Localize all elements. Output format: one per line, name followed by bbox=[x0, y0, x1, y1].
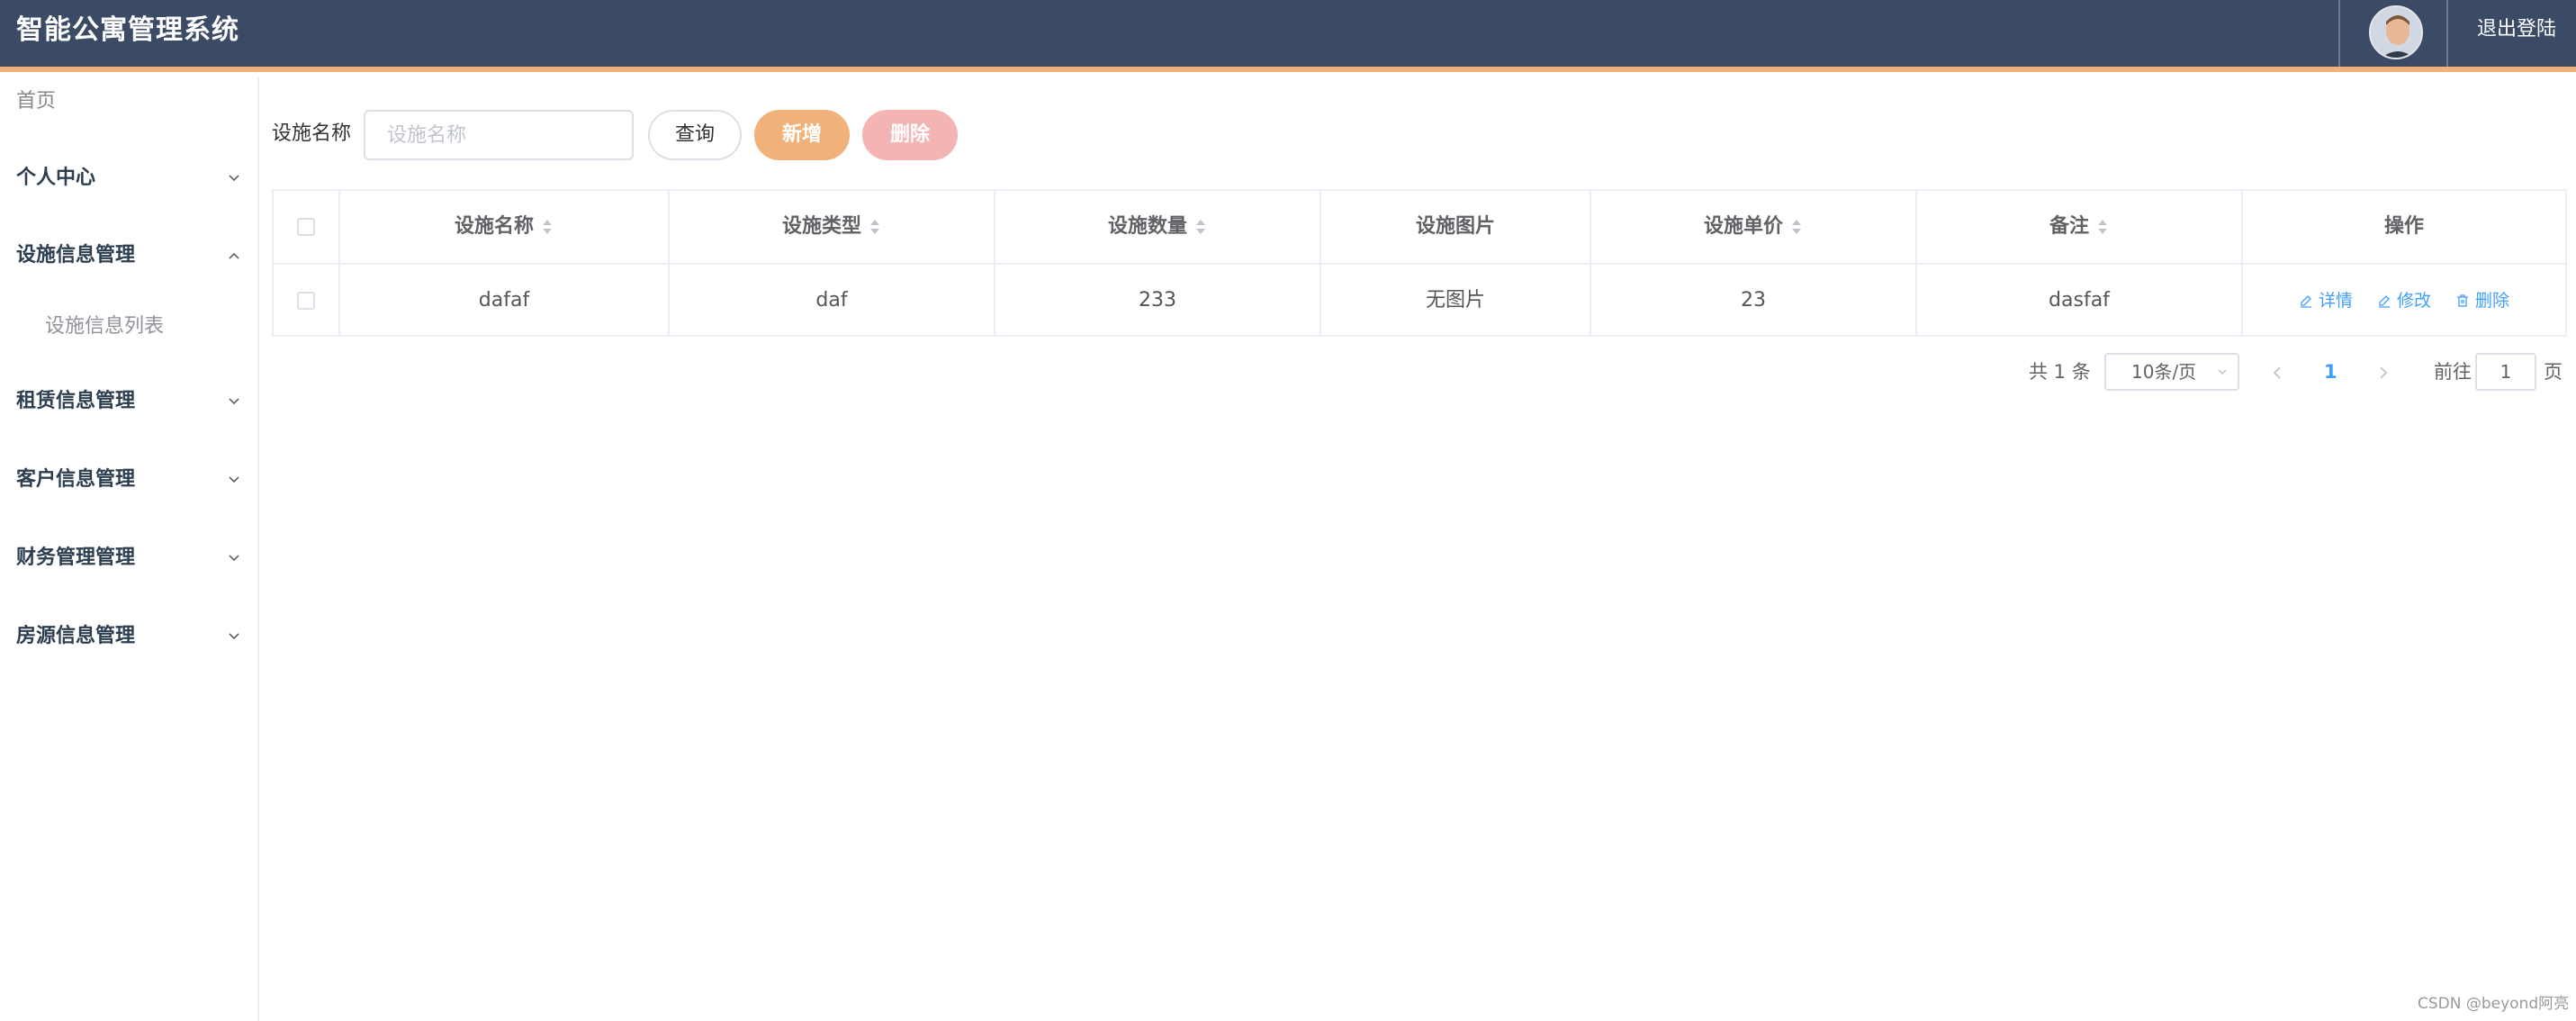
sort-icon[interactable] bbox=[1790, 218, 1803, 236]
column-header[interactable]: 备注 bbox=[1917, 191, 2243, 263]
column-header[interactable]: 设施类型 bbox=[670, 191, 995, 263]
goto-page-input[interactable] bbox=[2475, 353, 2536, 391]
sidebar-group-label: 财务管理管理 bbox=[16, 547, 136, 569]
page-suffix-label: 页 bbox=[2544, 361, 2562, 383]
detail-link[interactable]: 详情 bbox=[2299, 265, 2353, 337]
avatar[interactable] bbox=[2369, 5, 2423, 59]
header-divider bbox=[2446, 0, 2448, 67]
header-select-all[interactable] bbox=[274, 191, 340, 263]
sidebar-group-finance[interactable]: 财务管理管理 bbox=[16, 540, 250, 576]
cell-remark: dasfaf bbox=[1917, 265, 2243, 337]
header-divider bbox=[2338, 0, 2340, 67]
sidebar-group-personal-center[interactable]: 个人中心 bbox=[16, 160, 250, 196]
sidebar-group-label: 客户信息管理 bbox=[16, 468, 136, 491]
delete-link[interactable]: 删除 bbox=[2455, 265, 2509, 337]
search-label: 设施名称 bbox=[272, 122, 352, 145]
column-header: 操作 bbox=[2383, 215, 2424, 238]
sidebar-group-label: 设施信息管理 bbox=[16, 244, 136, 267]
edit-icon bbox=[2378, 295, 2390, 308]
chevron-up-icon bbox=[229, 252, 239, 259]
chevron-down-icon bbox=[229, 476, 239, 483]
sort-icon[interactable] bbox=[541, 218, 554, 236]
sidebar-item-facility-list[interactable]: 设施信息列表 bbox=[45, 313, 164, 340]
cell-name: dafaf bbox=[340, 265, 670, 337]
cell-price: 23 bbox=[1591, 265, 1917, 337]
query-button[interactable]: 查询 bbox=[648, 110, 742, 160]
select-all-checkbox[interactable] bbox=[297, 218, 315, 236]
trash-icon bbox=[2457, 294, 2468, 307]
sidebar: 首页 个人中心 设施信息管理 设施信息列表 租赁信息管理 客户信息管理 财务管理… bbox=[0, 77, 259, 1021]
facility-table: 设施名称 设施类型 设施数量 设施图片 设施单价 备注 操作 dafaf daf… bbox=[272, 189, 2567, 337]
logout-button[interactable]: 退出登陆 bbox=[2477, 16, 2556, 43]
sidebar-group-customer[interactable]: 客户信息管理 bbox=[16, 462, 250, 498]
column-header[interactable]: 设施名称 bbox=[340, 191, 670, 263]
table-row: dafaf daf 233 无图片 23 dasfaf 详情 修改 删除 bbox=[274, 265, 2565, 339]
edit-link[interactable]: 修改 bbox=[2377, 265, 2431, 337]
pagination-total: 共 1 条 bbox=[2029, 361, 2091, 383]
sort-icon[interactable] bbox=[2096, 218, 2109, 236]
cell-type: daf bbox=[670, 265, 995, 337]
sidebar-group-rental[interactable]: 租赁信息管理 bbox=[16, 384, 250, 420]
top-header: 智能公寓管理系统 退出登陆 bbox=[0, 0, 2576, 72]
sort-icon[interactable] bbox=[1194, 218, 1207, 236]
column-header[interactable]: 设施单价 bbox=[1591, 191, 1917, 263]
row-select[interactable] bbox=[274, 265, 340, 337]
sidebar-group-label: 租赁信息管理 bbox=[16, 390, 136, 412]
sidebar-group-label: 房源信息管理 bbox=[16, 625, 136, 647]
cell-image: 无图片 bbox=[1321, 265, 1591, 337]
column-header: 设施图片 bbox=[1321, 191, 1591, 263]
sidebar-group-label: 个人中心 bbox=[16, 167, 96, 189]
batch-delete-button[interactable]: 删除 bbox=[862, 110, 958, 160]
row-checkbox[interactable] bbox=[297, 292, 315, 310]
page-size-select[interactable]: 10条/页 bbox=[2104, 353, 2239, 391]
app-title: 智能公寓管理系统 bbox=[16, 14, 239, 46]
chevron-down-icon bbox=[229, 398, 239, 405]
sidebar-item-home[interactable]: 首页 bbox=[16, 88, 56, 115]
chevron-down-icon bbox=[229, 175, 239, 182]
sidebar-group-facility[interactable]: 设施信息管理 bbox=[16, 238, 250, 274]
sort-icon[interactable] bbox=[869, 218, 881, 236]
search-input[interactable] bbox=[364, 110, 634, 160]
next-page-icon[interactable] bbox=[2374, 362, 2392, 384]
cell-actions: 详情 修改 删除 bbox=[2243, 265, 2565, 337]
watermark: CSDN @beyond阿亮 bbox=[2418, 995, 2570, 1013]
prev-page-icon[interactable] bbox=[2268, 362, 2286, 384]
add-button[interactable]: 新增 bbox=[754, 110, 850, 160]
page-number-current[interactable]: 1 bbox=[2324, 358, 2337, 385]
table-header-row: 设施名称 设施类型 设施数量 设施图片 设施单价 备注 操作 bbox=[274, 191, 2565, 265]
chevron-down-icon bbox=[2218, 369, 2227, 375]
column-header[interactable]: 设施数量 bbox=[995, 191, 1321, 263]
edit-icon bbox=[2300, 295, 2311, 308]
page-size-value: 10条/页 bbox=[2131, 361, 2197, 383]
cell-quantity: 233 bbox=[995, 265, 1321, 337]
sidebar-group-housing[interactable]: 房源信息管理 bbox=[16, 619, 250, 655]
goto-label: 前往 bbox=[2434, 361, 2472, 383]
chevron-down-icon bbox=[229, 633, 239, 640]
chevron-down-icon bbox=[229, 555, 239, 562]
